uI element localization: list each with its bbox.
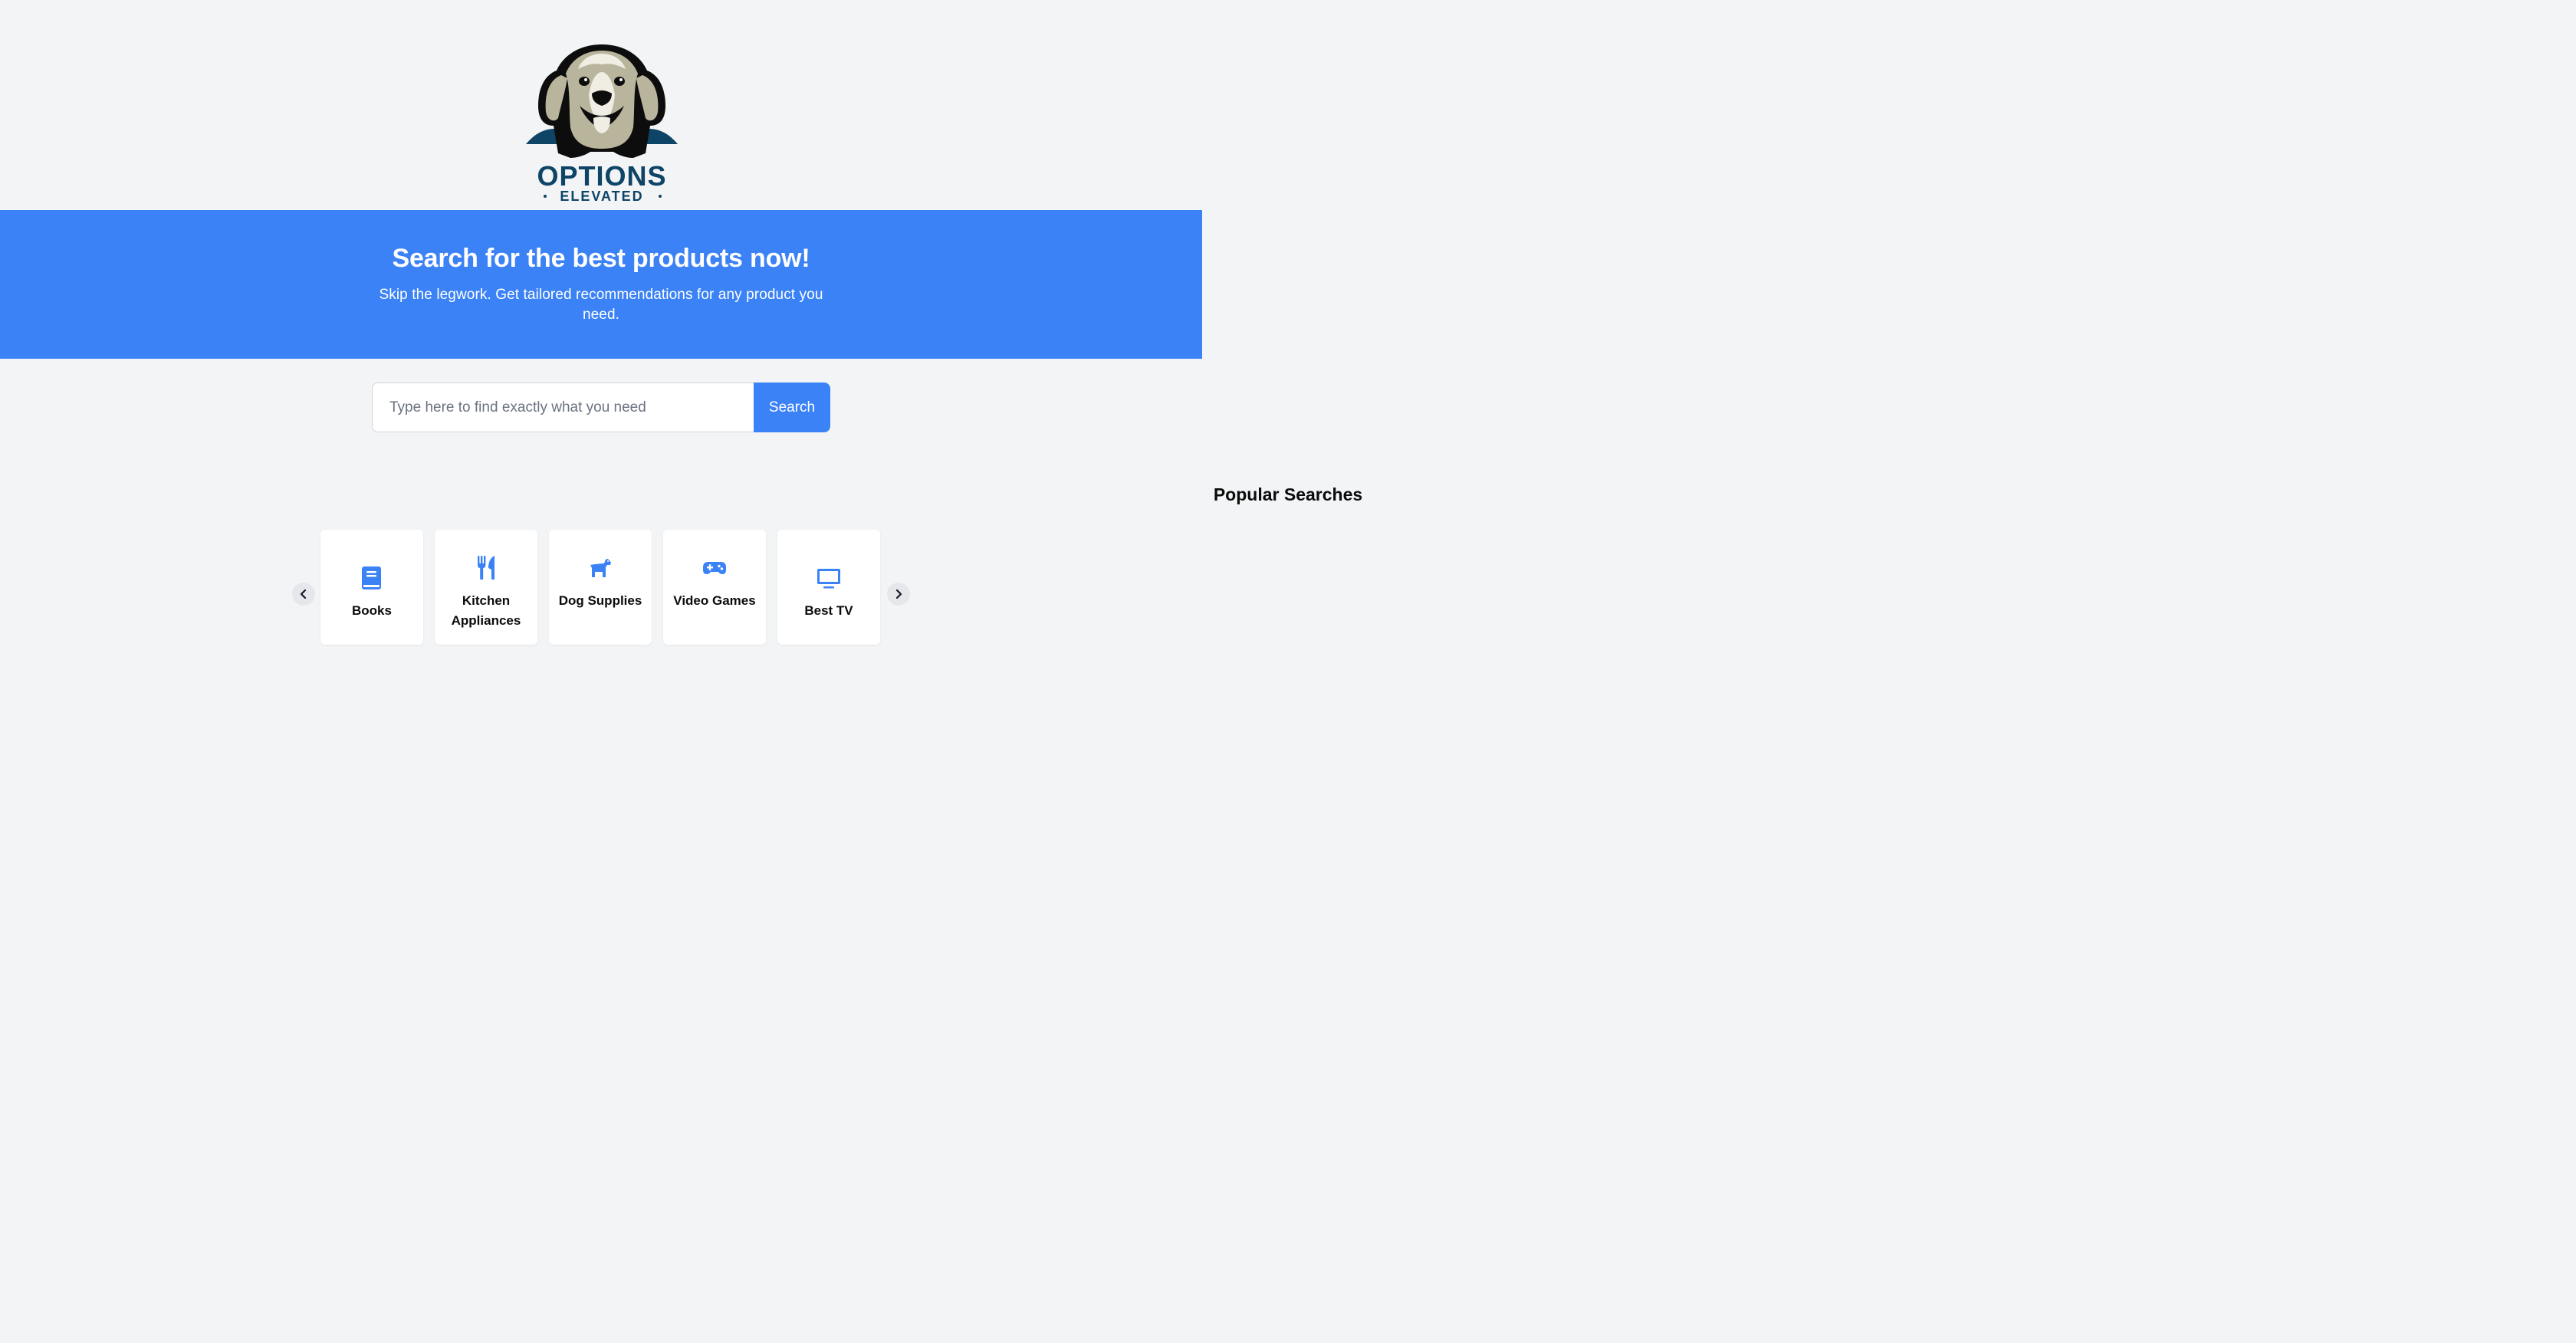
hero-subtitle: Skip the legwork. Get tailored recommend…: [379, 287, 823, 323]
chevron-right-icon: [895, 589, 902, 599]
popular-searches-carousel: Books Kitchen Appliances Dog Supplies Vi…: [320, 530, 880, 645]
hero-banner: Search for the best products now! Skip t…: [0, 210, 1202, 359]
carousel-next-button[interactable]: [887, 583, 910, 606]
popular-searches-title: Popular Searches: [1213, 484, 1363, 504]
popular-item-label: Best TV: [804, 603, 853, 618]
svg-text:ELEVATED: ELEVATED: [560, 189, 643, 204]
popular-item-label: Kitchen Appliances: [451, 593, 521, 628]
search-button[interactable]: Search: [754, 383, 830, 432]
svg-text:OPTIONS: OPTIONS: [537, 160, 666, 192]
popular-item-label: Books: [352, 603, 392, 618]
popular-item-best-tv[interactable]: Best TV: [777, 530, 880, 645]
popular-item-kitchen-appliances[interactable]: Kitchen Appliances: [435, 530, 537, 645]
tv-icon: [817, 569, 840, 589]
gamepad-icon: [703, 562, 726, 574]
utensils-icon: [478, 556, 495, 580]
popular-item-video-games[interactable]: Video Games: [663, 530, 766, 645]
dog-icon: [590, 559, 611, 577]
chevron-left-icon: [300, 589, 307, 599]
book-icon: [362, 566, 381, 589]
popular-item-dog-supplies[interactable]: Dog Supplies: [549, 530, 652, 645]
search-bar: Search: [372, 383, 830, 432]
popular-item-label: Dog Supplies: [558, 593, 642, 608]
popular-item-books[interactable]: Books: [320, 530, 423, 645]
header: OPTIONS ELEVATED: [0, 0, 1202, 210]
search-input[interactable]: [372, 383, 754, 432]
options-elevated-logo[interactable]: OPTIONS ELEVATED: [524, 41, 679, 204]
popular-item-label: Video Games: [673, 593, 756, 608]
hero-title: Search for the best products now!: [392, 244, 810, 273]
carousel-prev-button[interactable]: [292, 583, 315, 606]
